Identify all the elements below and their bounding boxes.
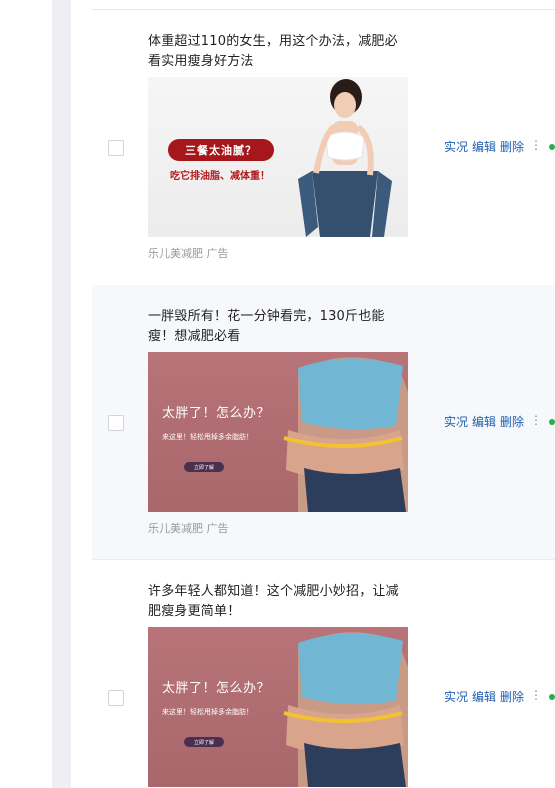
ad-title: 一胖毁所有！花一分钟看完，130斤也能瘦！想减肥必看 — [148, 309, 385, 344]
left-panel-edge — [0, 0, 52, 788]
row-checkbox[interactable] — [108, 690, 124, 706]
more-icon[interactable]: ⋮ — [530, 138, 542, 155]
delete-link[interactable]: 删除 — [500, 688, 524, 705]
ad-image: 太胖了！怎么办？ 来这里！轻松甩掉多余脂肪！ 立即了解 — [148, 627, 408, 787]
row-checkbox[interactable] — [108, 140, 124, 156]
row-checkbox[interactable] — [108, 415, 124, 431]
ad-cta-button: 立即了解 — [184, 462, 224, 472]
left-gutter — [52, 0, 71, 788]
ad-list: 体重超过110的女生，用这个办法，减肥必看实用瘦身好方法 三餐太油腻？ 吃它排油… — [92, 0, 555, 788]
ad-title: 体重超过110的女生，用这个办法，减肥必看实用瘦身好方法 — [148, 34, 398, 69]
row-actions: 实况 编辑 删除 ⋮ — [444, 138, 542, 155]
delete-link[interactable]: 删除 — [500, 413, 524, 430]
ad-image: 三餐太油腻？ 吃它排油脂、减体重！ — [148, 77, 408, 237]
ad-row: 体重超过110的女生，用这个办法，减肥必看实用瘦身好方法 三餐太油腻？ 吃它排油… — [92, 10, 555, 285]
ad-row: 一胖毁所有！花一分钟看完，130斤也能瘦！想减肥必看 太胖了！怎么办？ 来这里！… — [92, 285, 555, 560]
ad-sub-text: 吃它排油脂、减体重！ — [170, 171, 270, 182]
delete-link[interactable]: 删除 — [500, 138, 524, 155]
status-indicator — [549, 694, 555, 700]
row-actions: 实况 编辑 删除 ⋮ — [444, 688, 542, 705]
ad-subline: 来这里！轻松甩掉多余脂肪！ — [162, 708, 253, 716]
ad-headline: 太胖了！怎么办？ — [162, 406, 271, 421]
ad-subline: 来这里！轻松甩掉多余脂肪！ — [162, 433, 253, 441]
ad-cta-button: 立即了解 — [184, 737, 224, 747]
ad-image: 太胖了！怎么办？ 来这里！轻松甩掉多余脂肪！ 立即了解 — [148, 352, 408, 512]
status-indicator — [549, 144, 555, 150]
edit-link[interactable]: 编辑 — [472, 138, 496, 155]
more-icon[interactable]: ⋮ — [530, 688, 542, 705]
edit-link[interactable]: 编辑 — [472, 688, 496, 705]
ad-source: 乐儿美减肥 广告 — [148, 247, 229, 260]
view-link[interactable]: 实况 — [444, 413, 468, 430]
ad-row: 许多年轻人都知道！这个减肥小妙招，让减肥瘦身更简单！ 太胖了！怎么办？ 来这里！… — [92, 560, 555, 788]
edit-link[interactable]: 编辑 — [472, 413, 496, 430]
ad-title: 许多年轻人都知道！这个减肥小妙招，让减肥瘦身更简单！ — [148, 584, 399, 619]
row-actions: 实况 编辑 删除 ⋮ — [444, 413, 542, 430]
ad-headline: 太胖了！怎么办？ — [162, 681, 271, 696]
view-link[interactable]: 实况 — [444, 688, 468, 705]
view-link[interactable]: 实况 — [444, 138, 468, 155]
status-indicator — [549, 419, 555, 425]
ad-source: 乐儿美减肥 广告 — [148, 522, 229, 535]
more-icon[interactable]: ⋮ — [530, 413, 542, 430]
ad-pill-text: 三餐太油腻？ — [168, 139, 274, 161]
